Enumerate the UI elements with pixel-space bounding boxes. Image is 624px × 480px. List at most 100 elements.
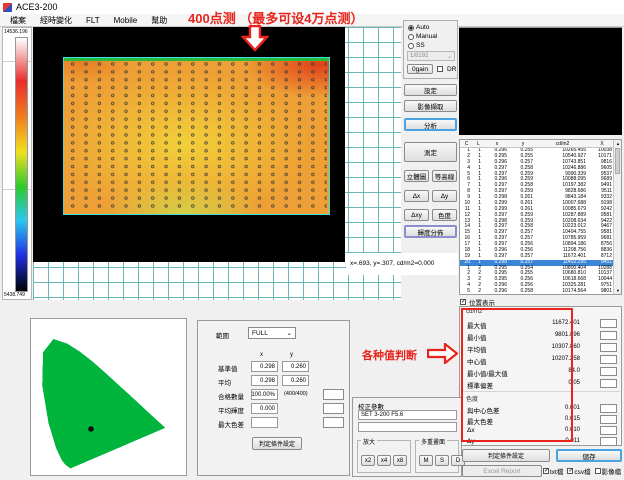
stat-value: 10307.860 <box>520 344 580 350</box>
position-checkbox[interactable] <box>460 299 466 305</box>
menu-item-FLT[interactable]: FLT <box>80 15 106 26</box>
stats-section-label: 色度 <box>466 394 478 403</box>
stat-row: Δy0.011 <box>460 437 623 448</box>
checkbox-icon[interactable] <box>567 468 573 474</box>
y-value-field[interactable]: 0.260 <box>282 361 309 372</box>
luminance-distribution-button[interactable]: 輝度分佈 <box>404 225 457 238</box>
footer-judge-condition-button[interactable]: 判定條件設定 <box>462 449 550 462</box>
radio-manual[interactable]: Manual <box>408 32 457 41</box>
stat-indicator-box <box>600 415 617 424</box>
multi-screen-group: 多重畫面 MSD <box>415 440 459 473</box>
menu-item-檔案[interactable]: 檔案 <box>4 14 32 27</box>
scroll-down-icon[interactable]: ▼ <box>614 287 622 294</box>
zoom-x8-button[interactable]: x8 <box>393 455 407 466</box>
checkbox-label: 影像檔 <box>602 466 622 476</box>
stat-label: 最小值/最大值 <box>467 368 508 378</box>
stat-value: 0.05 <box>520 380 580 386</box>
menu-item-經時變化[interactable]: 經時變化 <box>34 14 78 27</box>
radio-auto[interactable]: Auto <box>408 23 457 32</box>
file-check-影像檔[interactable]: 影像檔 <box>595 466 622 476</box>
menu-item-Mobile[interactable]: Mobile <box>108 15 144 26</box>
pass-value-field: 100.00% <box>251 389 278 400</box>
cell: 0.258 <box>510 289 536 295</box>
dr-label: DR <box>447 66 456 73</box>
calibration-preset-field[interactable]: SET 3-200 F5.6 <box>358 410 457 420</box>
luminance-scale-panel: 14536.196 5438.749 <box>2 27 32 300</box>
contour-button[interactable]: 等高線 <box>432 170 457 182</box>
delta-y-button[interactable]: Δy <box>432 190 457 202</box>
checkbox-label: csv檔 <box>574 466 590 476</box>
multi-s-button[interactable]: S <box>435 455 449 466</box>
save-button[interactable]: 儲存 <box>556 449 622 462</box>
zoom-x4-button[interactable]: x4 <box>377 455 391 466</box>
header-cell: X <box>589 140 615 148</box>
judge-condition-button[interactable]: 判定條件設定 <box>252 437 302 450</box>
chevron-down-icon: ⌄ <box>447 53 452 60</box>
results-table[interactable]: CLxycd/m2X 110.2960.25510265.45510038210… <box>459 139 622 295</box>
stat-indicator-box <box>600 343 617 352</box>
x-value-field[interactable]: 0.298 <box>251 375 278 386</box>
shutter-dropdown[interactable]: 1/8192 ⌄ <box>407 51 455 61</box>
statistics-panel: cd/m2最大值11672.401最小值9801.896平均值10307.860… <box>459 306 622 446</box>
stat-label: Δx <box>467 427 475 434</box>
stat-value: 0.011 <box>520 438 580 444</box>
cell: 9801 <box>589 289 615 295</box>
cell: 5 <box>460 289 473 295</box>
pass-label: 合格數量 <box>218 391 244 401</box>
header-cell: C <box>460 140 473 148</box>
dr-checkbox[interactable] <box>437 66 443 72</box>
avg-lum-field: 0.000 <box>251 403 278 414</box>
camera-preview <box>459 27 622 135</box>
avg-lum-indicator-box <box>323 403 344 414</box>
gain-button[interactable]: 0gain <box>407 64 433 74</box>
reference-label: 基準值 <box>218 363 238 373</box>
stat-label: 與中心色差 <box>467 405 500 415</box>
menu-item-幫助[interactable]: 幫助 <box>145 14 173 27</box>
stat-row: 最小值/最大值84.0 <box>460 367 623 378</box>
file-check-csv檔[interactable]: csv檔 <box>567 466 590 476</box>
checkbox-icon[interactable] <box>543 468 549 474</box>
stat-indicator-box <box>600 355 617 364</box>
delta-x-button[interactable]: Δx <box>404 190 429 202</box>
checkbox-label: txt檔 <box>550 466 563 476</box>
table-scrollbar[interactable]: ▲ ▼ <box>613 140 621 294</box>
stat-row: 最大值11672.401 <box>460 319 623 330</box>
delta-xy-button[interactable]: Δxy <box>404 209 429 221</box>
solid-view-button[interactable]: 立體圖 <box>404 170 429 182</box>
stat-label: 最小值 <box>467 332 487 342</box>
stat-row: 標準偏差 0.05 <box>460 379 623 390</box>
calibration-empty-field[interactable] <box>358 422 457 432</box>
x-value-field[interactable]: 0.298 <box>251 361 278 372</box>
luminance-heatmap[interactable] <box>63 57 330 215</box>
stat-value: 10207.258 <box>520 356 580 362</box>
zoom-group: 放大 x2x4x8 <box>357 440 411 473</box>
analyze-button[interactable]: 分析 <box>404 118 457 131</box>
stat-label: 平均值 <box>467 344 487 354</box>
reference-label: 平均 <box>218 377 231 387</box>
radio-dot-icon <box>408 43 414 49</box>
radio-ss[interactable]: SS <box>408 41 457 50</box>
radio-dot-icon <box>408 25 414 31</box>
annotation-top-note: 400点测 （最多可设4万点测） <box>188 8 364 27</box>
scroll-thumb[interactable] <box>615 148 620 174</box>
stat-value: 0.015 <box>520 416 580 422</box>
cie-chromaticity-panel[interactable] <box>30 318 187 476</box>
y-value-field[interactable]: 0.260 <box>282 375 309 386</box>
stat-label: 標準偏差 <box>467 380 493 390</box>
checkbox-icon[interactable] <box>595 468 601 474</box>
excel-report-button[interactable]: Excel Report <box>462 465 542 477</box>
table-row[interactable]: 520.2960.25810174.5649801 <box>460 289 615 295</box>
range-dropdown[interactable]: FULL ⌄ <box>248 327 296 339</box>
file-check-txt檔[interactable]: txt檔 <box>543 466 563 476</box>
measure-button[interactable]: 測定 <box>404 142 457 162</box>
zoom-x2-button[interactable]: x2 <box>361 455 375 466</box>
settings-button[interactable]: 設定 <box>404 84 457 96</box>
multi-m-button[interactable]: M <box>419 455 433 466</box>
scroll-up-icon[interactable]: ▲ <box>614 140 622 147</box>
table-body[interactable]: 110.2960.25510265.45510038210.2950.25510… <box>460 148 615 295</box>
chevron-down-icon: ⌄ <box>287 329 292 337</box>
chroma-button[interactable]: 色度 <box>432 209 457 221</box>
radio-label: SS <box>416 42 425 49</box>
image-display-area[interactable] <box>33 27 345 262</box>
capture-button[interactable]: 影像擷取 <box>404 100 457 112</box>
